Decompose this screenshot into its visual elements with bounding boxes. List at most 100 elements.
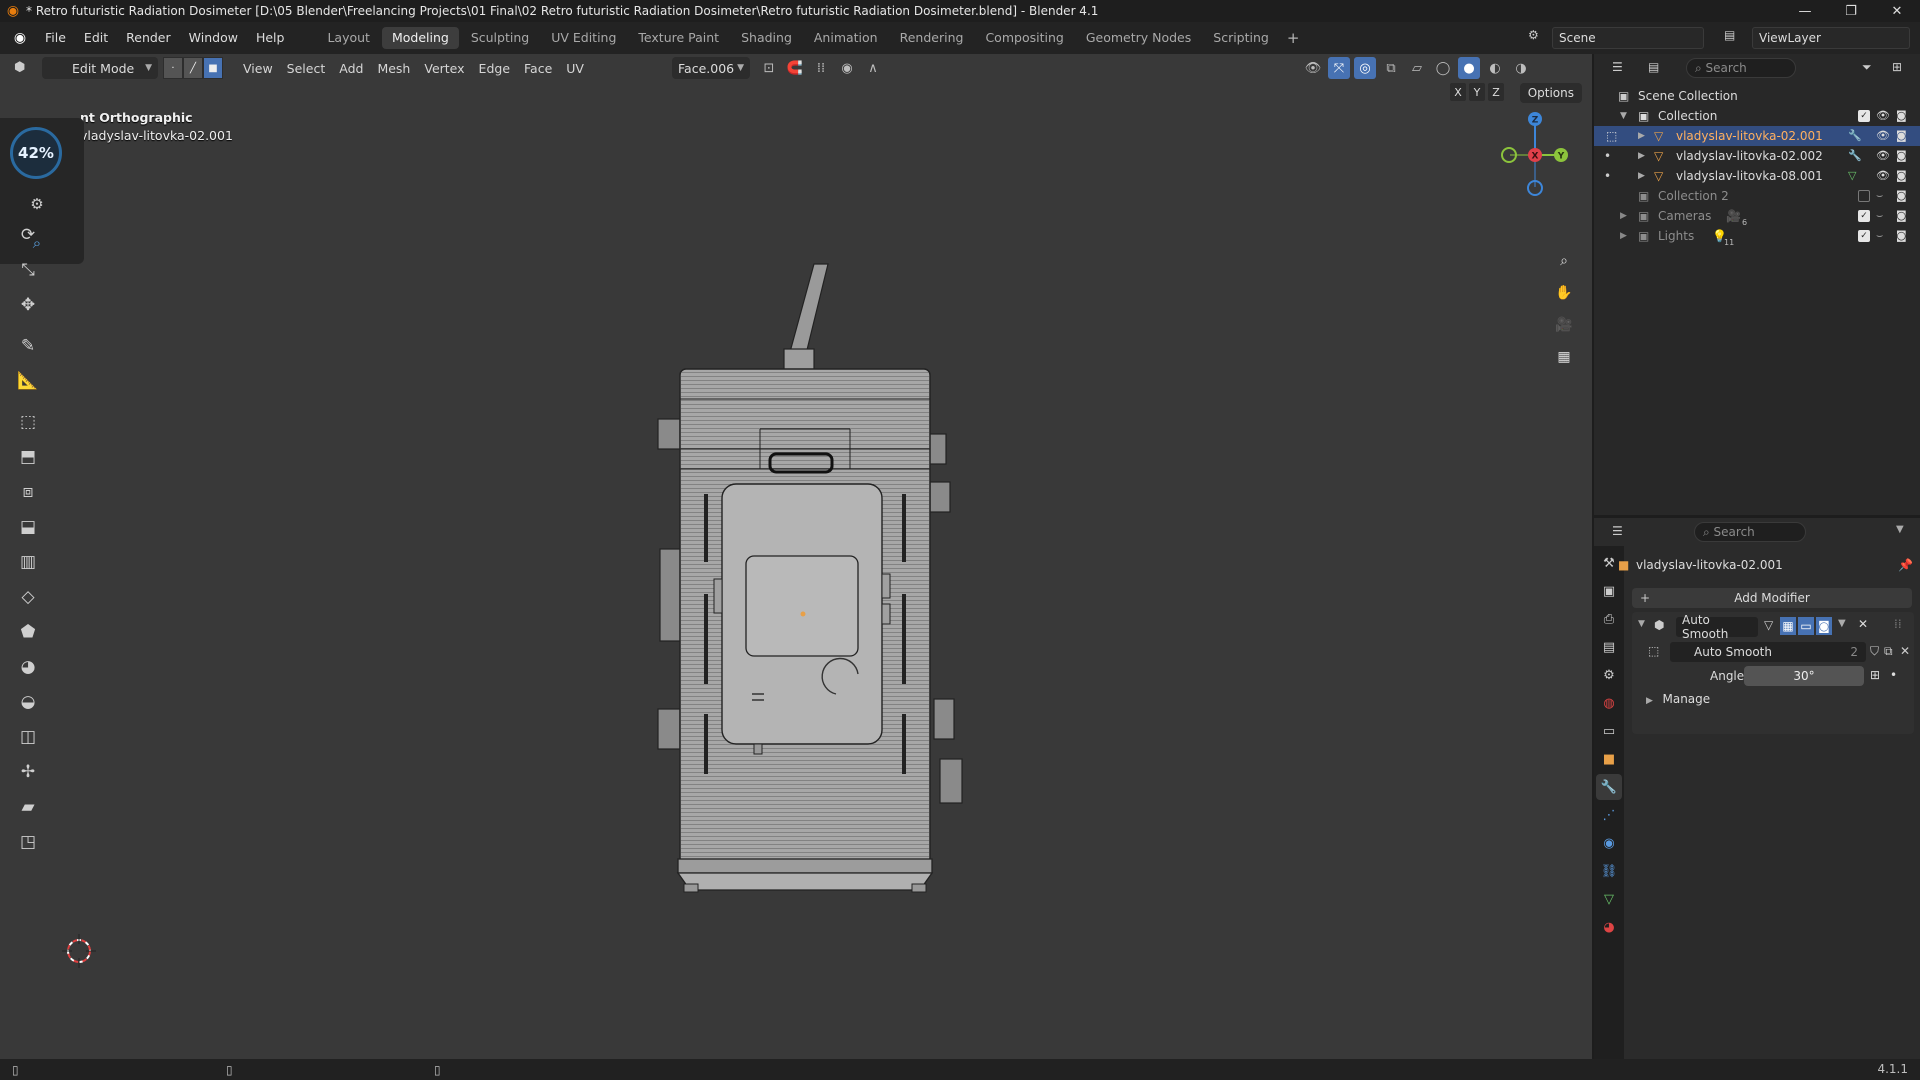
camera-render-icon[interactable]: ◙ bbox=[1896, 189, 1907, 202]
tab-uv-editing[interactable]: UV Editing bbox=[541, 27, 626, 49]
zoom-icon[interactable]: ⌕ bbox=[1551, 248, 1577, 274]
new-collection-icon[interactable]: ⊞ bbox=[1892, 60, 1902, 74]
eye-closed-icon[interactable]: ⌣ bbox=[1876, 209, 1883, 223]
face-dropdown[interactable]: Face.006 ▼ bbox=[672, 57, 750, 79]
shear-tool-icon[interactable]: ▰ bbox=[11, 791, 45, 823]
duplicate-icon[interactable]: ⧉ bbox=[1884, 644, 1893, 659]
eye-icon[interactable]: 👁 bbox=[1876, 169, 1890, 182]
camera-render-icon[interactable]: ◙ bbox=[1896, 209, 1907, 222]
3d-viewport[interactable]: ⬢ Edit Mode ▼ · ╱ ■ View Select Add Mesh… bbox=[0, 54, 1592, 1059]
tab-layout[interactable]: Layout bbox=[317, 27, 380, 49]
collection-2-checkbox[interactable] bbox=[1858, 190, 1870, 202]
view-layer-icon[interactable]: ▤ bbox=[1724, 28, 1735, 42]
unlink-icon[interactable]: ✕ bbox=[1900, 644, 1910, 658]
menu-select[interactable]: Select bbox=[280, 57, 333, 79]
measure-tool-icon[interactable]: 📐 bbox=[11, 365, 45, 397]
3d-cursor-icon[interactable] bbox=[62, 934, 96, 968]
edge-select-icon[interactable]: ╱ bbox=[183, 57, 203, 79]
camera-render-icon[interactable]: ◙ bbox=[1896, 109, 1907, 122]
camera-render-icon[interactable]: ◙ bbox=[1896, 169, 1907, 182]
physics-tab-icon[interactable]: ◉ bbox=[1596, 830, 1622, 856]
mirror-x-button[interactable]: X bbox=[1450, 83, 1466, 101]
outliner-object-row[interactable]: ⬚ ▶ ▽ vladyslav-litovka-02.001 🔧 👁 ◙ bbox=[1594, 126, 1920, 146]
annotate-tool-icon[interactable]: ✎ bbox=[11, 330, 45, 362]
data-tab-icon[interactable]: ▽ bbox=[1596, 886, 1622, 912]
scene-tab-icon[interactable]: ⚙ bbox=[1596, 662, 1622, 688]
pivot-icon[interactable]: ⊡ bbox=[758, 57, 780, 79]
keyframe-dot-icon[interactable]: • bbox=[1890, 668, 1897, 682]
solid-shading-icon[interactable]: ● bbox=[1458, 57, 1480, 79]
collection-checkbox[interactable]: ✓ bbox=[1858, 110, 1870, 122]
pan-hand-icon[interactable]: ✋ bbox=[1551, 280, 1577, 306]
minimize-icon[interactable]: — bbox=[1782, 0, 1828, 22]
output-tab-icon[interactable]: ⎙ bbox=[1596, 606, 1622, 632]
world-tab-icon[interactable]: ◍ bbox=[1596, 690, 1622, 716]
expand-down-icon[interactable]: ▼ bbox=[1638, 619, 1645, 629]
tab-sculpting[interactable]: Sculpting bbox=[461, 27, 539, 49]
object-tab-icon[interactable]: ■ bbox=[1596, 746, 1622, 772]
pin-icon[interactable]: 📌 bbox=[1898, 558, 1913, 572]
camera-render-icon[interactable]: ◙ bbox=[1896, 229, 1907, 242]
expand-right-icon[interactable]: ▶ bbox=[1620, 211, 1627, 221]
view-layer-tab-icon[interactable]: ▤ bbox=[1596, 634, 1622, 660]
material-tab-icon[interactable]: ◕ bbox=[1596, 914, 1622, 940]
eye-closed-icon[interactable]: ⌣ bbox=[1876, 229, 1883, 243]
menu-add[interactable]: Add bbox=[332, 57, 370, 79]
menu-file[interactable]: File bbox=[36, 22, 75, 54]
tab-scripting[interactable]: Scripting bbox=[1203, 27, 1279, 49]
knife-tool-icon[interactable]: ◇ bbox=[11, 581, 45, 613]
xray-icon[interactable]: ⧉ bbox=[1380, 57, 1402, 79]
menu-uv[interactable]: UV bbox=[559, 57, 591, 79]
menu-edge[interactable]: Edge bbox=[472, 57, 517, 79]
drag-handle-icon[interactable]: ⁞⁞ bbox=[1894, 617, 1902, 631]
edit-mode-icon[interactable]: ⬚ bbox=[1606, 129, 1617, 143]
camera-view-icon[interactable]: 🎥 bbox=[1551, 312, 1577, 338]
tab-shading[interactable]: Shading bbox=[731, 27, 802, 49]
collection-tab-icon[interactable]: ▭ bbox=[1596, 718, 1622, 744]
menu-view[interactable]: View bbox=[236, 57, 280, 79]
options-dropdown[interactable]: Options bbox=[1519, 83, 1582, 103]
vertex-select-icon[interactable]: · bbox=[163, 57, 183, 79]
close-icon[interactable]: ✕ bbox=[1874, 0, 1920, 22]
dot-icon[interactable]: • bbox=[1604, 149, 1611, 163]
outliner-object-row[interactable]: • ▶ ▽ vladyslav-litovka-02.002 🔧 👁 ◙ bbox=[1594, 146, 1920, 166]
expand-right-icon[interactable]: ▶ bbox=[1638, 171, 1645, 181]
modifier-name-field[interactable]: Auto Smooth bbox=[1676, 613, 1758, 641]
collection-row[interactable]: ▼ ▣ Collection ✓ 👁 ◙ bbox=[1594, 106, 1920, 126]
add-cube-tool-icon[interactable]: ⬚ bbox=[11, 406, 45, 438]
grid-toggle-icon[interactable]: ▦ bbox=[1551, 344, 1577, 370]
add-workspace-button[interactable]: + bbox=[1281, 29, 1306, 47]
properties-editor-icon[interactable]: ☰ bbox=[1612, 524, 1623, 538]
render-tab-icon[interactable]: ▣ bbox=[1596, 578, 1622, 604]
properties-panel[interactable]: ☰ ⌕ Search ▼ ⚒ ▣ ⎙ ▤ ⚙ ◍ ▭ ■ 🔧 ⋰ ◉ ⛓ ▽ ◕… bbox=[1594, 518, 1920, 1059]
tab-geometry-nodes[interactable]: Geometry Nodes bbox=[1076, 27, 1201, 49]
add-modifier-button[interactable]: + Add Modifier bbox=[1632, 588, 1912, 608]
gear-icon[interactable]: ⚙ bbox=[27, 194, 47, 214]
particles-tab-icon[interactable]: ⋰ bbox=[1596, 802, 1622, 828]
fake-user-icon[interactable]: ⛉ bbox=[1870, 644, 1879, 659]
mode-dropdown[interactable]: Edit Mode ▼ bbox=[42, 57, 158, 79]
blender-menu-icon[interactable]: ◉ bbox=[8, 26, 32, 50]
node-tree-icon[interactable]: ⬚ bbox=[1648, 644, 1659, 658]
vertex-data-icon[interactable]: ▽ bbox=[1848, 169, 1856, 182]
lights-collection-row[interactable]: ▶ ▣ Lights 💡 11 ✓ ⌣ ◙ bbox=[1594, 226, 1920, 247]
snap-target-icon[interactable]: ⁞⁞ bbox=[810, 57, 832, 79]
properties-search-input[interactable]: ⌕ Search bbox=[1694, 522, 1806, 542]
eye-icon[interactable]: 👁 bbox=[1876, 129, 1890, 142]
rip-tool-icon[interactable]: ◳ bbox=[11, 826, 45, 858]
attribute-toggle-icon[interactable]: ⊞ bbox=[1870, 668, 1880, 682]
chevron-down-icon[interactable]: ▼ bbox=[1896, 524, 1904, 535]
expand-right-icon[interactable]: ▶ bbox=[1620, 231, 1627, 241]
angle-input[interactable]: 30° bbox=[1744, 666, 1864, 686]
spin-tool-icon[interactable]: ◕ bbox=[11, 651, 45, 683]
snap-icon[interactable]: 🧲 bbox=[784, 57, 806, 79]
cameras-collection-row[interactable]: ▶ ▣ Cameras 🎥 6 ✓ ⌣ ◙ bbox=[1594, 206, 1920, 227]
extrude-tool-icon[interactable]: ⬒ bbox=[11, 441, 45, 473]
scale-tool-icon[interactable]: ⤡ bbox=[11, 254, 45, 286]
wireframe-shading-icon[interactable]: ◯ bbox=[1432, 57, 1454, 79]
material-shading-icon[interactable]: ◐ bbox=[1484, 57, 1506, 79]
shrink-fatten-tool-icon[interactable]: ✢ bbox=[11, 756, 45, 788]
menu-vertex[interactable]: Vertex bbox=[417, 57, 471, 79]
expand-down-icon[interactable]: ▼ bbox=[1620, 111, 1627, 121]
overlay-toggle-icon[interactable]: ◎ bbox=[1354, 57, 1376, 79]
